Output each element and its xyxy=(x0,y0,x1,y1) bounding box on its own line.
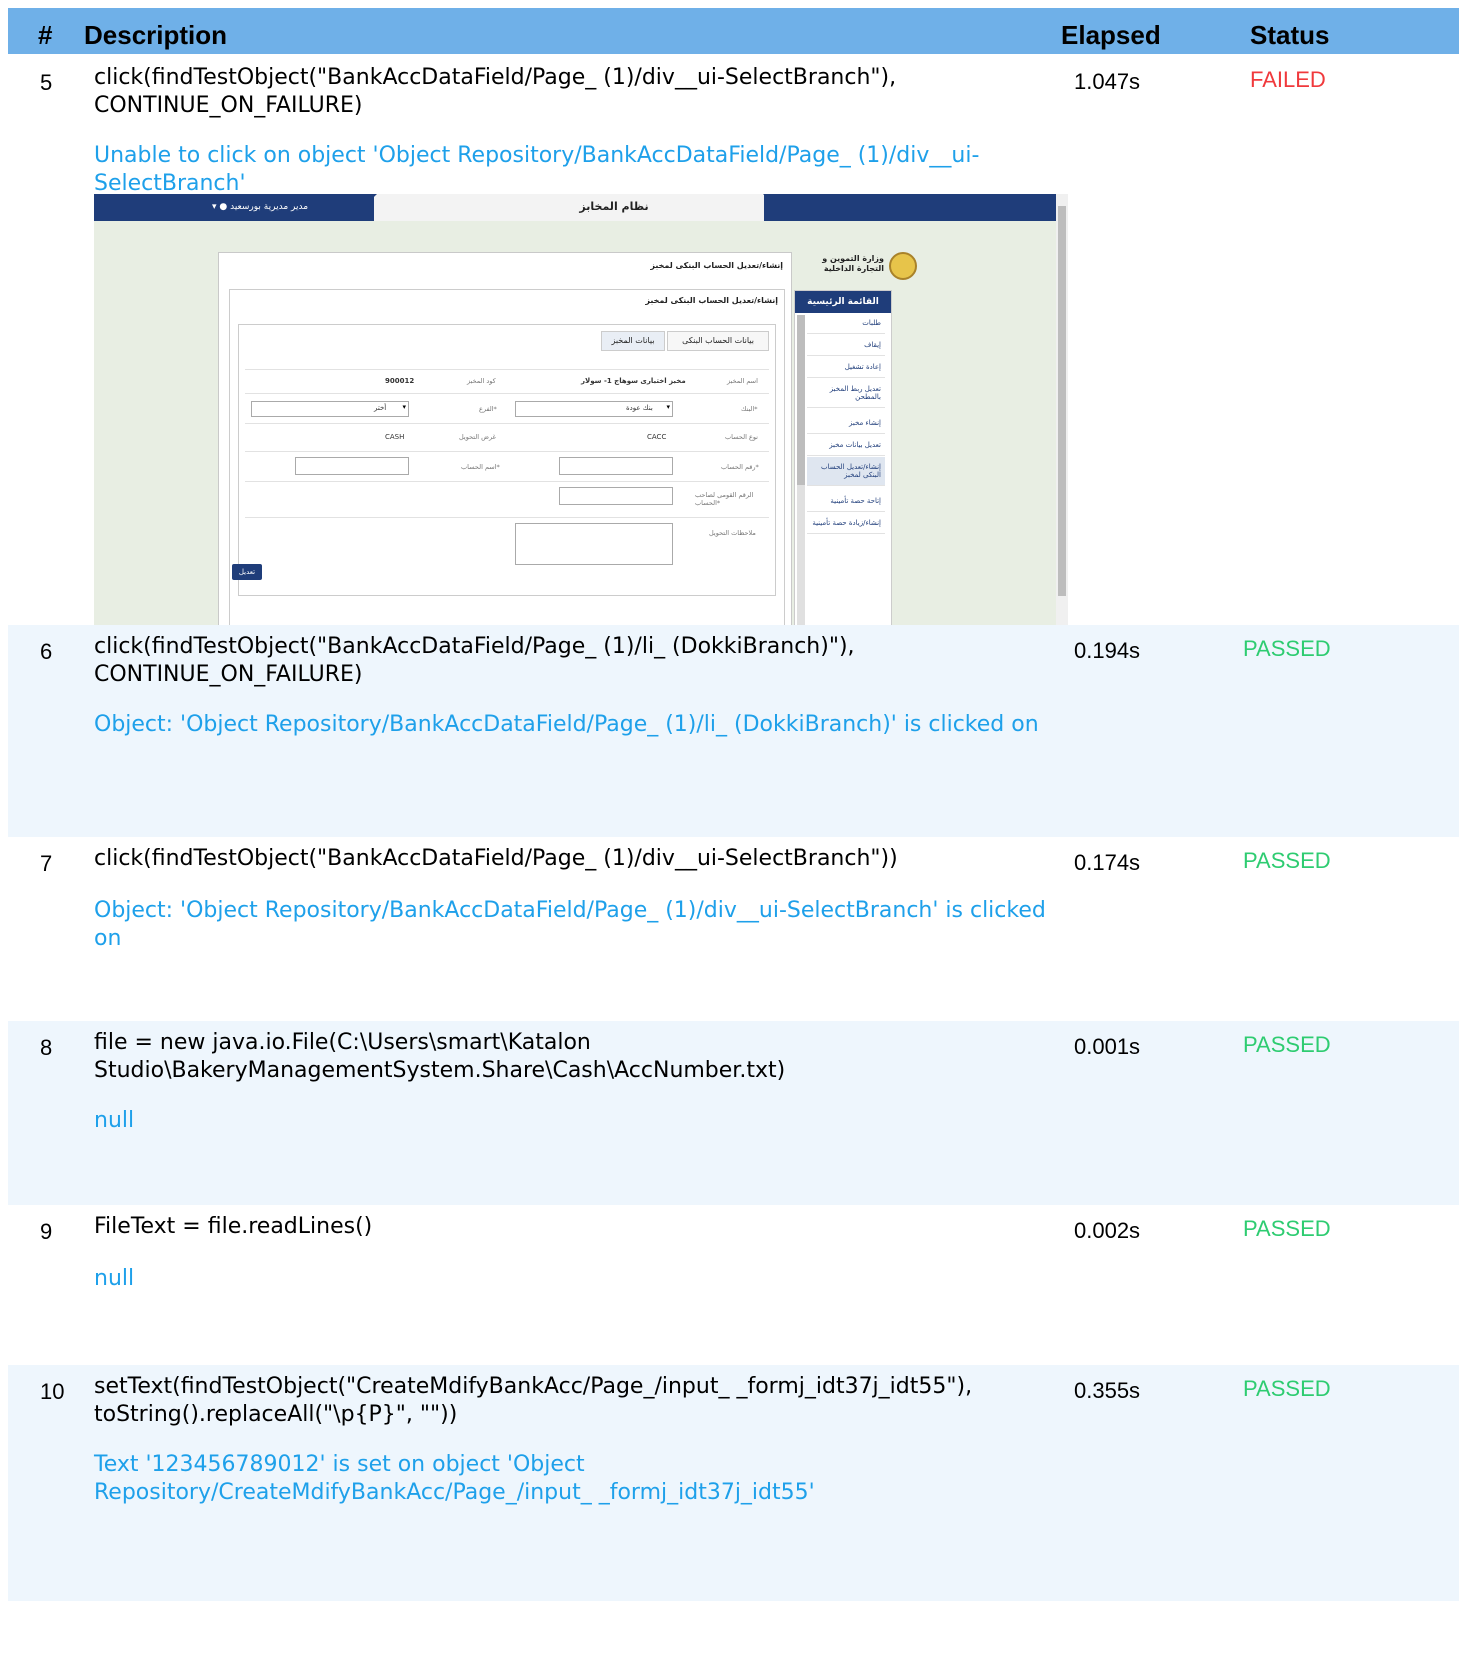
header-num: # xyxy=(38,20,53,50)
status-badge: PASSED xyxy=(1243,1216,1331,1241)
tab-bank-account[interactable]: بيانات الحساب البنكى xyxy=(667,331,769,351)
status-badge: PASSED xyxy=(1243,636,1331,661)
step-description: file = new java.io.File(C:\Users\smart\K… xyxy=(94,1030,786,1083)
chevron-down-icon: ▾ xyxy=(402,403,406,411)
ministry-name: وزارة التموين و التجارة الداخلية xyxy=(822,254,884,273)
failure-screenshot: نظام المخابز ▾ ● مدير مديرية بورسعيد وزا… xyxy=(94,194,1068,652)
step-number: 6 xyxy=(40,639,53,664)
label-transfer-purpose: غرض التحويل xyxy=(459,433,496,441)
step-description: FileText = file.readLines() xyxy=(94,1214,373,1239)
menu-item[interactable]: تعديل بيانات مخبز xyxy=(807,435,885,456)
step-elapsed: 1.047s xyxy=(1074,69,1141,94)
menu-item-active[interactable]: إنشاء/تعديل الحساب البنكى لمخبز xyxy=(807,457,885,486)
menu-item[interactable]: إنشاء/زيادة حصة تأمينية xyxy=(807,513,885,534)
status-badge: FAILED xyxy=(1250,67,1326,92)
label-transfer-notes: ملاحظات التحويل xyxy=(709,529,756,537)
step-number: 10 xyxy=(40,1379,65,1404)
step-message: Unable to click on object 'Object Reposi… xyxy=(94,143,980,196)
step-description: click(findTestObject("BankAccDataField/P… xyxy=(94,634,855,687)
step-message: Object: 'Object Repository/BankAccDataFi… xyxy=(94,898,1046,951)
value-bakery-name: مخبز اختبارى سوهاج 1- سولار xyxy=(581,377,686,385)
step-message: Text '123456789012' is set on object 'Ob… xyxy=(94,1452,815,1505)
step-elapsed: 0.355s xyxy=(1074,1378,1141,1403)
ministry-logo xyxy=(889,252,917,280)
bank-select[interactable]: بنك عودة ▾ xyxy=(515,401,673,417)
menu-item[interactable]: إتاحة حصة تأمينية xyxy=(807,491,885,512)
branch-select[interactable]: أختر ▾ xyxy=(251,401,409,417)
step-description: setText(findTestObject("CreateMdifyBankA… xyxy=(94,1374,973,1427)
menu-item[interactable]: إيقاف xyxy=(807,335,885,356)
user-menu[interactable]: ▾ ● مدير مديرية بورسعيد xyxy=(212,202,308,212)
table-row: 10 setText(findTestObject("CreateMdifyBa… xyxy=(8,1365,1459,1601)
menu-item[interactable]: طلبات xyxy=(807,313,885,334)
menu-item[interactable]: تعديل ربط المخبز بالمطحن xyxy=(807,379,885,408)
panel-title: إنشاء/تعديل الحساب البنكى لمخبز xyxy=(650,261,783,270)
step-elapsed: 0.001s xyxy=(1074,1034,1141,1059)
step-elapsed: 0.174s xyxy=(1074,850,1141,875)
status-badge: PASSED xyxy=(1243,1376,1331,1401)
step-description: click(findTestObject("BankAccDataField/P… xyxy=(94,65,897,118)
menu-title: القائمة الرئيسية xyxy=(795,291,891,313)
label-bakery-name: اسم المخبز xyxy=(727,377,758,385)
label-bakery-code: كود المخبز xyxy=(467,377,496,385)
table-row: 8 file = new java.io.File(C:\Users\smart… xyxy=(8,1021,1459,1205)
bank-account-panel: إنشاء/تعديل الحساب البنكى لمخبز إنشاء/تع… xyxy=(218,252,792,652)
label-bank: البنك* xyxy=(741,405,758,413)
form-title: إنشاء/تعديل الحساب البنكى لمخبز xyxy=(645,296,778,305)
step-message: null xyxy=(94,1266,135,1291)
step-number: 7 xyxy=(40,851,53,876)
account-name-input[interactable] xyxy=(295,457,409,475)
account-number-input[interactable] xyxy=(559,457,673,475)
menu-item[interactable]: إنشاء مخبز xyxy=(807,413,885,434)
national-id-input[interactable] xyxy=(559,487,673,505)
submit-button[interactable]: تعديل xyxy=(232,564,262,580)
status-badge: PASSED xyxy=(1243,1032,1331,1057)
step-message: Object: 'Object Repository/BankAccDataFi… xyxy=(94,712,1039,737)
system-title: نظام المخابز xyxy=(579,200,649,213)
form-tabs: بيانات الحساب البنكى بيانات المخبز اسم ا… xyxy=(238,324,776,596)
value-bakery-code: 900012 xyxy=(385,377,415,385)
report-header: # Description Elapsed Status xyxy=(8,8,1459,54)
label-account-number: رقم الحساب* xyxy=(721,463,759,471)
chevron-down-icon: ▾ xyxy=(666,403,670,411)
step-elapsed: 0.002s xyxy=(1074,1218,1141,1243)
label-national-id: الرقم القومى لصاحب الحساب* xyxy=(695,491,754,507)
label-account-name: اسم الحساب* xyxy=(461,463,500,471)
value-transfer-purpose: CASH xyxy=(385,433,405,441)
step-description: click(findTestObject("BankAccDataField/P… xyxy=(94,846,898,871)
transfer-notes-textarea[interactable] xyxy=(515,523,673,565)
menu-item[interactable]: إعادة تشغيل xyxy=(807,357,885,378)
page-scrollbar[interactable] xyxy=(1056,194,1068,652)
step-message: null xyxy=(94,1108,135,1133)
header-status: Status xyxy=(1250,20,1330,50)
label-account-type: نوع الحساب xyxy=(725,433,758,441)
step-number: 5 xyxy=(40,70,53,95)
step-number: 9 xyxy=(40,1219,53,1244)
header-elapsed: Elapsed xyxy=(1061,20,1161,50)
main-menu: القائمة الرئيسية طلبات إيقاف إعادة تشغيل… xyxy=(794,290,892,652)
step-elapsed: 0.194s xyxy=(1074,638,1141,663)
status-badge: PASSED xyxy=(1243,848,1331,873)
table-row: 5 click(findTestObject("BankAccDataField… xyxy=(8,54,1459,652)
table-row: 7 click(findTestObject("BankAccDataField… xyxy=(8,837,1459,1021)
user-icon: ▾ ● xyxy=(212,202,228,212)
step-number: 8 xyxy=(40,1035,53,1060)
value-account-type: CACC xyxy=(647,433,667,441)
header-description: Description xyxy=(84,20,228,50)
bank-account-form: إنشاء/تعديل الحساب البنكى لمخبز بيانات ا… xyxy=(229,289,785,651)
table-row: 6 click(findTestObject("BankAccDataField… xyxy=(8,625,1459,837)
test-report: # Description Elapsed Status 5 click(fin… xyxy=(8,8,1459,1601)
tab-bakery-data[interactable]: بيانات المخبز xyxy=(601,331,665,351)
label-branch: الفرع* xyxy=(479,405,497,413)
table-row: 9 FileText = file.readLines() 0.002s PAS… xyxy=(8,1205,1459,1365)
